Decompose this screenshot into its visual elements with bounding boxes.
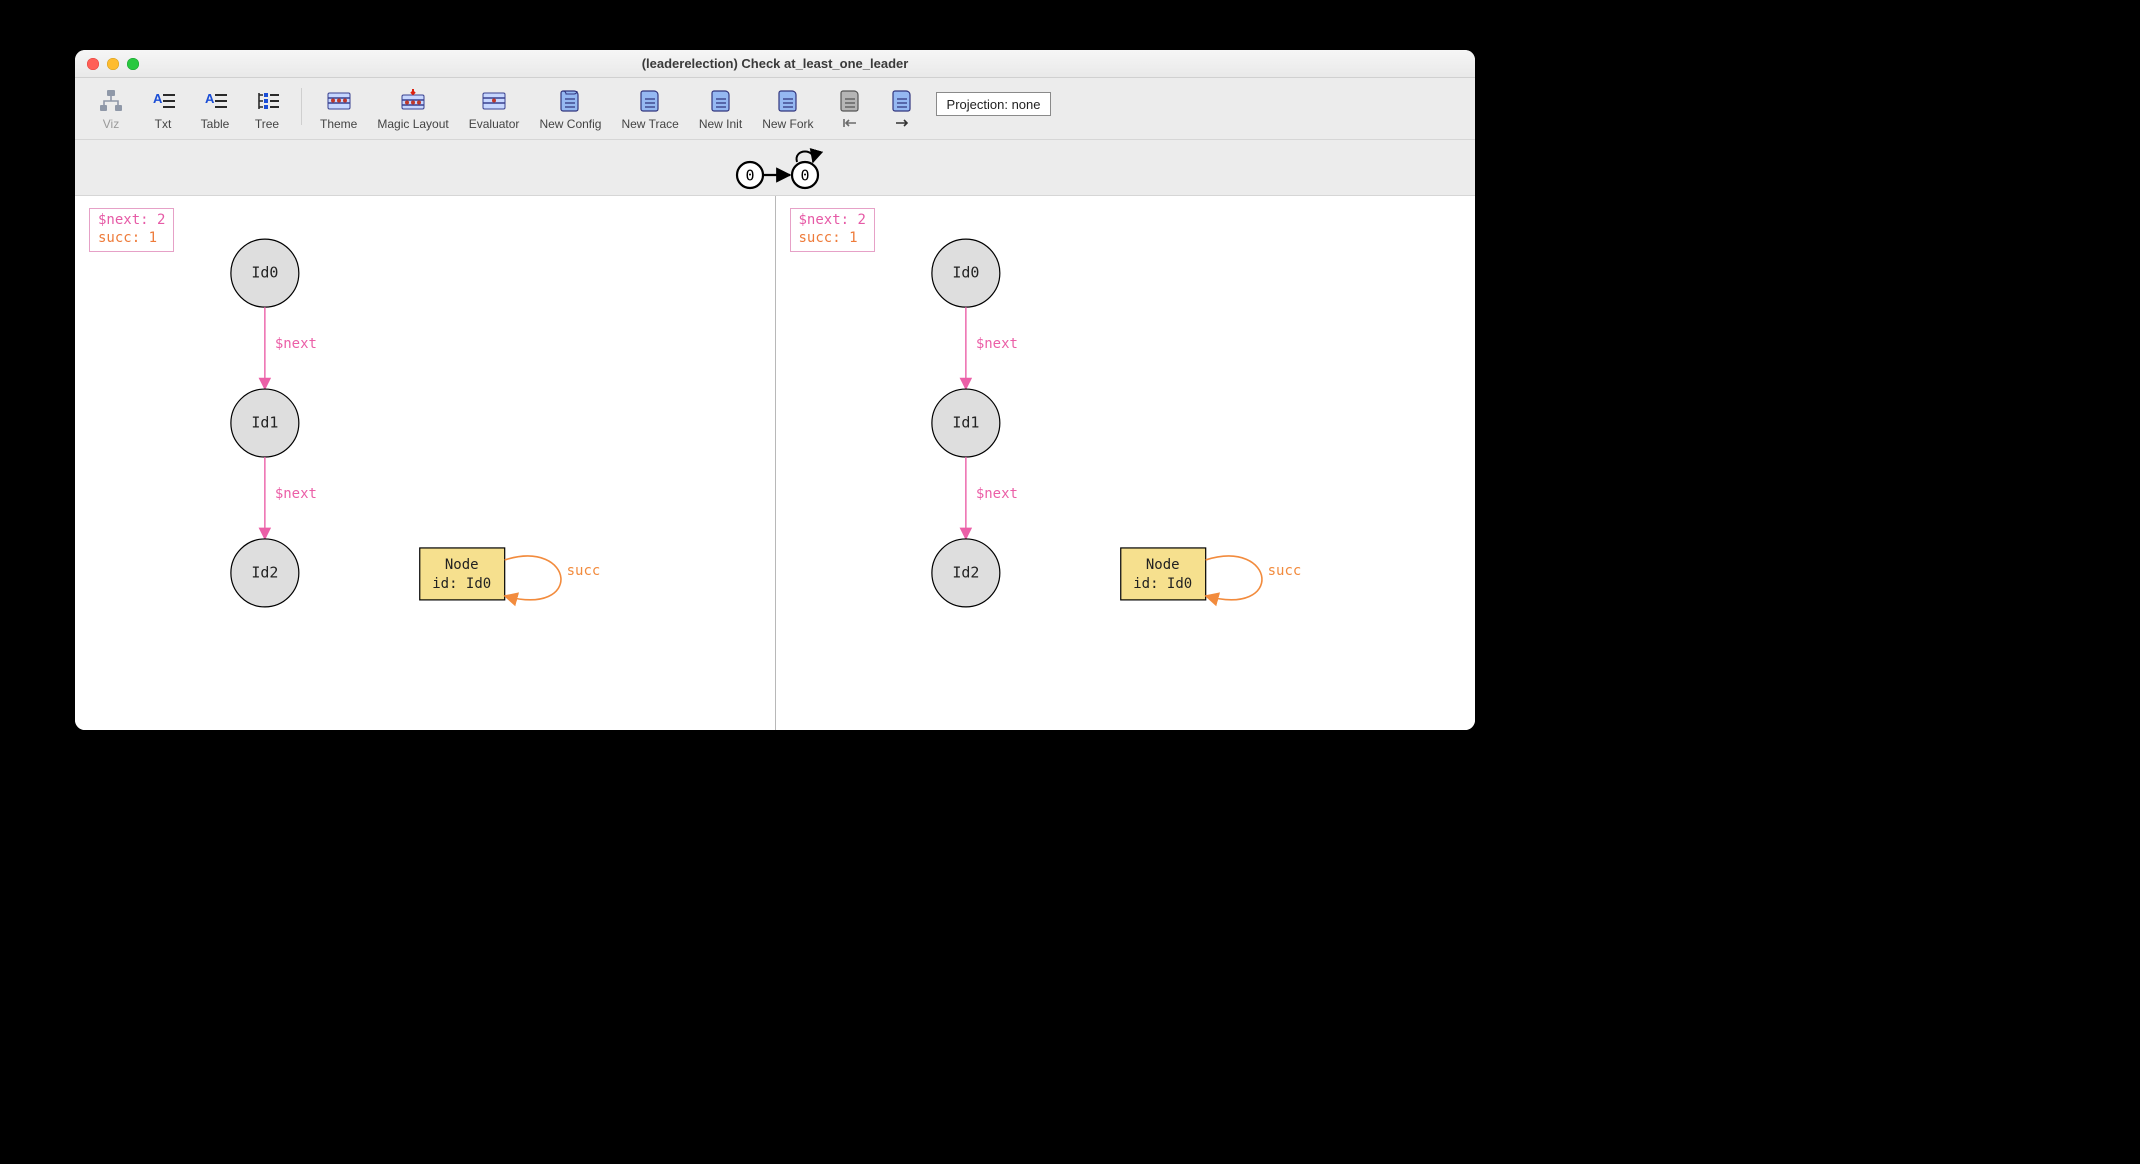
toolbar-new-init-label: New Init <box>699 117 742 131</box>
graph-left: Id0 $next Id1 $next Id2 Node <box>75 196 775 730</box>
toolbar-new-config-label: New Config <box>539 117 601 131</box>
toolbar-theme-label: Theme <box>320 117 357 131</box>
toolbar-viz-button[interactable]: Viz <box>85 84 137 135</box>
toolbar-txt-button[interactable]: A Txt <box>137 84 189 135</box>
edge-label-1: $next <box>275 486 317 502</box>
close-icon[interactable] <box>87 58 99 70</box>
nav-first-icon <box>834 86 866 116</box>
graph-right: Id0 $next Id1 $next Id2 Node id: Id0 suc… <box>776 196 1476 730</box>
node-id1-label: Id1 <box>251 414 278 432</box>
succ-label-r: succ <box>1267 563 1301 579</box>
trace-state-1: 0 <box>800 166 809 184</box>
nav-next-icon <box>886 86 918 116</box>
node-id0-label-r: Id0 <box>952 264 979 282</box>
rect-node-line2: id: Id0 <box>432 576 491 592</box>
toolbar-txt-label: Txt <box>155 117 172 131</box>
toolbar-table-button[interactable]: A Table <box>189 84 241 135</box>
succ-label: succ <box>567 563 601 579</box>
svg-text:A: A <box>153 91 163 106</box>
edge-label-0: $next <box>275 336 317 352</box>
toolbar-actions-group: Theme Magic Layout Evaluator New Config <box>310 84 928 135</box>
toolbar-new-trace-button[interactable]: New Trace <box>611 84 688 135</box>
trace-bar: 0 0 <box>75 140 1475 196</box>
toolbar-new-trace-label: New Trace <box>621 117 678 131</box>
evaluator-icon <box>478 86 510 116</box>
window-controls <box>87 58 139 70</box>
toolbar-evaluator-button[interactable]: Evaluator <box>459 84 530 135</box>
viz-panes: $next: 2 succ: 1 Id0 <box>75 196 1475 730</box>
toolbar-evaluator-label: Evaluator <box>469 117 520 131</box>
edge-label-1-r: $next <box>975 486 1017 502</box>
txt-icon: A <box>147 86 179 116</box>
rect-node-line2-r: id: Id0 <box>1133 576 1192 592</box>
toolbar-magic-layout-label: Magic Layout <box>377 117 448 131</box>
node-id2-label-r: Id2 <box>952 563 979 581</box>
toolbar-nav-first-button[interactable] <box>824 84 876 135</box>
toolbar-new-fork-button[interactable]: New Fork <box>752 84 823 135</box>
toolbar-nav-next-button[interactable] <box>876 84 928 135</box>
new-init-icon <box>705 86 737 116</box>
toolbar-theme-button[interactable]: Theme <box>310 84 367 135</box>
window-title: (leaderelection) Check at_least_one_lead… <box>75 56 1475 71</box>
toolbar-nav-next-label <box>893 117 911 131</box>
rect-node-line1-r: Node <box>1145 557 1179 573</box>
toolbar-tree-label: Tree <box>255 117 279 131</box>
svg-text:A: A <box>205 91 215 106</box>
minimize-icon[interactable] <box>107 58 119 70</box>
new-trace-icon <box>634 86 666 116</box>
toolbar-table-label: Table <box>201 117 230 131</box>
new-config-icon <box>554 86 586 116</box>
viz-icon <box>95 86 127 116</box>
projection-selector[interactable]: Projection: none <box>936 92 1052 116</box>
theme-icon <box>323 86 355 116</box>
toolbar-new-config-button[interactable]: New Config <box>529 84 611 135</box>
projection-label: Projection: none <box>947 97 1041 112</box>
titlebar: (leaderelection) Check at_least_one_lead… <box>75 50 1475 78</box>
toolbar-nav-first-label <box>841 117 859 131</box>
magic-layout-icon <box>397 86 429 116</box>
rect-node-line1: Node <box>445 557 479 573</box>
trace-graph-icon: 0 0 <box>695 145 855 191</box>
new-fork-icon <box>772 86 804 116</box>
viz-pane-left[interactable]: $next: 2 succ: 1 Id0 <box>75 196 775 730</box>
toolbar-separator <box>301 88 302 125</box>
node-id1-label-r: Id1 <box>952 414 979 432</box>
trace-state-0: 0 <box>745 166 754 184</box>
toolbar-new-fork-label: New Fork <box>762 117 813 131</box>
edge-label-0-r: $next <box>975 336 1017 352</box>
tree-icon <box>251 86 283 116</box>
toolbar-magic-layout-button[interactable]: Magic Layout <box>367 84 458 135</box>
table-icon: A <box>199 86 231 116</box>
toolbar-new-init-button[interactable]: New Init <box>689 84 752 135</box>
toolbar: Viz A Txt A Table Tree <box>75 78 1475 140</box>
node-id0-label: Id0 <box>251 264 278 282</box>
node-id2-label: Id2 <box>251 563 278 581</box>
toolbar-view-group: Viz A Txt A Table Tree <box>85 84 293 135</box>
toolbar-viz-label: Viz <box>103 117 119 131</box>
toolbar-tree-button[interactable]: Tree <box>241 84 293 135</box>
zoom-icon[interactable] <box>127 58 139 70</box>
app-window: (leaderelection) Check at_least_one_lead… <box>75 50 1475 730</box>
viz-pane-right[interactable]: $next: 2 succ: 1 Id0 $ <box>775 196 1476 730</box>
